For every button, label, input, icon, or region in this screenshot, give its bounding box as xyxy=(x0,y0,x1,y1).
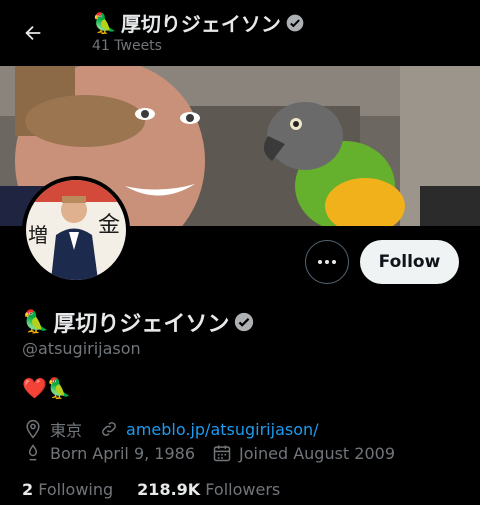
back-button[interactable] xyxy=(14,14,52,52)
svg-text:金: 金 xyxy=(98,213,120,238)
tweet-count: 41 Tweets xyxy=(92,38,162,54)
calendar-icon xyxy=(211,442,233,464)
display-name: 厚切りジェイソン xyxy=(53,312,230,337)
joined-text: Joined August 2009 xyxy=(239,443,395,463)
top-bar: 🦜 厚切りジェイソン 41 Tweets xyxy=(0,0,480,66)
followers-label: Followers xyxy=(205,480,281,499)
profile-name: 🦜 厚切りジェイソン xyxy=(22,306,255,338)
following-stat[interactable]: 2 Following xyxy=(22,480,113,499)
back-arrow-icon xyxy=(25,25,41,41)
link-icon xyxy=(98,418,120,440)
parrot-emoji: 🦜 xyxy=(92,10,117,35)
header-title: 🦜 厚切りジェイソン xyxy=(92,8,305,37)
verified-icon[interactable] xyxy=(233,311,255,333)
meta-row-location-website: 東京 ameblo.jp/atsugirijason/ xyxy=(22,417,319,441)
follow-button[interactable]: Follow xyxy=(360,240,459,284)
more-icon xyxy=(318,260,336,264)
profile-handle: @atsugirijason xyxy=(22,339,141,358)
following-label: Following xyxy=(38,480,114,499)
following-count: 2 xyxy=(22,480,34,499)
avatar[interactable]: 金 増 xyxy=(22,176,130,284)
profile-stats: 2 Following 218.9K Followers xyxy=(22,480,280,499)
location-text: 東京 xyxy=(50,421,83,440)
avatar-image: 金 増 xyxy=(26,180,126,280)
website-link[interactable]: ameblo.jp/atsugirijason/ xyxy=(126,420,319,439)
verified-icon xyxy=(286,14,304,31)
header-title-text: 厚切りジェイソン xyxy=(120,12,281,36)
svg-text:増: 増 xyxy=(28,223,48,247)
birthday-icon xyxy=(22,442,44,464)
born-text: Born April 9, 1986 xyxy=(50,443,196,463)
followers-count: 218.9K xyxy=(137,480,201,499)
more-options-button[interactable] xyxy=(305,240,349,284)
parrot-emoji: 🦜 xyxy=(22,309,50,335)
meta-row-dates: Born April 9, 1986 Joined August 2009 xyxy=(22,442,395,464)
profile-bio: ❤️🦜 xyxy=(22,376,72,400)
followers-stat[interactable]: 218.9K Followers xyxy=(137,480,280,499)
location-icon xyxy=(22,418,44,440)
